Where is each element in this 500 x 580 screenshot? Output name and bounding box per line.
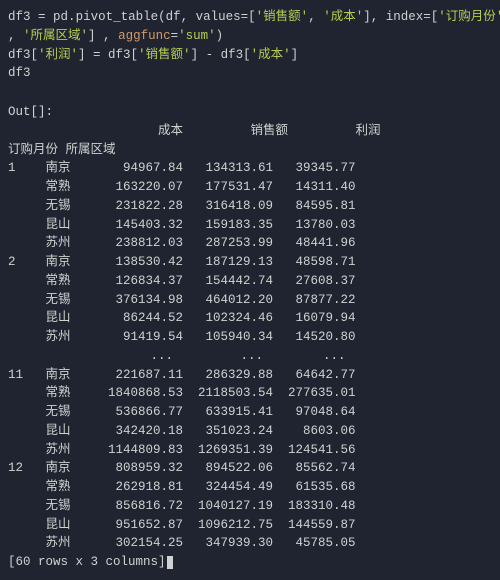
token-text: ]: [291, 48, 299, 62]
output-dataframe: 成本 销售额 利润订购月份 所属区域1 南京 94967.84 134313.6…: [8, 122, 492, 553]
token-dot: .: [68, 10, 76, 24]
token-paren: ): [216, 29, 224, 43]
token-string: '订购月份': [438, 10, 500, 24]
token-string: '利润': [38, 48, 78, 62]
table-row: 常熟 1840868.53 2118503.54 277635.01: [8, 384, 492, 403]
text-cursor: [167, 556, 173, 569]
token-bracket: [: [248, 10, 256, 24]
table-row: 无锡 536866.77 633915.41 97048.64: [8, 403, 492, 422]
token-string: '销售额': [138, 48, 191, 62]
token-paren: (: [158, 10, 166, 24]
token-string: '成本': [323, 10, 363, 24]
table-row: 无锡 856816.72 1040127.19 183310.48: [8, 497, 492, 516]
table-row: 昆山 86244.52 102324.46 16079.94: [8, 309, 492, 328]
token-func: pivot_table: [76, 10, 159, 24]
token-kwarg-highlight: aggfunc: [118, 29, 171, 43]
table-row: 昆山 342420.18 351023.24 8603.06: [8, 422, 492, 441]
table-row: 常熟 163220.07 177531.47 14311.40: [8, 178, 492, 197]
table-row: 12 南京 808959.32 894522.06 85562.74: [8, 459, 492, 478]
token-bracket: ]: [363, 10, 371, 24]
token-kwarg: values: [196, 10, 241, 24]
table-row: 苏州 91419.54 105940.34 14520.80: [8, 328, 492, 347]
token-kwarg: index: [386, 10, 424, 24]
token-bracket: ]: [88, 29, 96, 43]
token-string: '销售额': [256, 10, 309, 24]
token-comma: ,: [181, 10, 196, 24]
table-row: 无锡 231822.28 316418.09 84595.81: [8, 197, 492, 216]
token-string: 'sum': [178, 29, 216, 43]
code-line-1[interactable]: df3 = pd.pivot_table(df, values=['销售额', …: [8, 8, 492, 46]
table-row: 2 南京 138530.42 187129.13 48598.71: [8, 253, 492, 272]
code-line-3[interactable]: df3: [8, 64, 492, 83]
token-variable: df: [166, 10, 181, 24]
table-row: 昆山 951652.87 1096212.75 144559.87: [8, 516, 492, 535]
token-variable: df3: [8, 66, 31, 80]
table-row: 1 南京 94967.84 134313.61 39345.77: [8, 159, 492, 178]
token-operator: =: [423, 10, 431, 24]
token-comma: ,: [371, 10, 386, 24]
token-string: '所属区域': [23, 29, 88, 43]
token-text: ] - df3[: [191, 48, 251, 62]
table-row: 苏州 1144809.83 1269351.39 124541.56: [8, 441, 492, 460]
column-headers: 成本 销售额 利润: [8, 122, 492, 141]
token-comma: ,: [8, 29, 23, 43]
table-row: 常熟 126834.37 154442.74 27608.37: [8, 272, 492, 291]
index-headers: 订购月份 所属区域: [8, 141, 492, 160]
token-module: pd: [53, 10, 68, 24]
table-row: 无锡 376134.98 464012.20 87877.22: [8, 291, 492, 310]
token-operator: =: [31, 10, 54, 24]
token-string: '成本': [251, 48, 291, 62]
token-text: ] = df3[: [78, 48, 138, 62]
table-row: 常熟 262918.81 324454.49 61535.68: [8, 478, 492, 497]
token-comma: ,: [308, 10, 323, 24]
token-operator: =: [171, 29, 179, 43]
table-row: 苏州 238812.03 287253.99 48441.96: [8, 234, 492, 253]
output-label: Out[]:: [8, 103, 492, 122]
ellipsis-row: ... ... ...: [8, 347, 492, 366]
table-row: 11 南京 221687.11 286329.88 64642.77: [8, 366, 492, 385]
token-text: df3[: [8, 48, 38, 62]
token-variable: df3: [8, 10, 31, 24]
table-row: 昆山 145403.32 159183.35 13780.03: [8, 216, 492, 235]
output-shape-footer: [60 rows x 3 columns]: [8, 553, 492, 572]
token-comma: ,: [96, 29, 119, 43]
code-line-2[interactable]: df3['利润'] = df3['销售额'] - df3['成本']: [8, 46, 492, 65]
